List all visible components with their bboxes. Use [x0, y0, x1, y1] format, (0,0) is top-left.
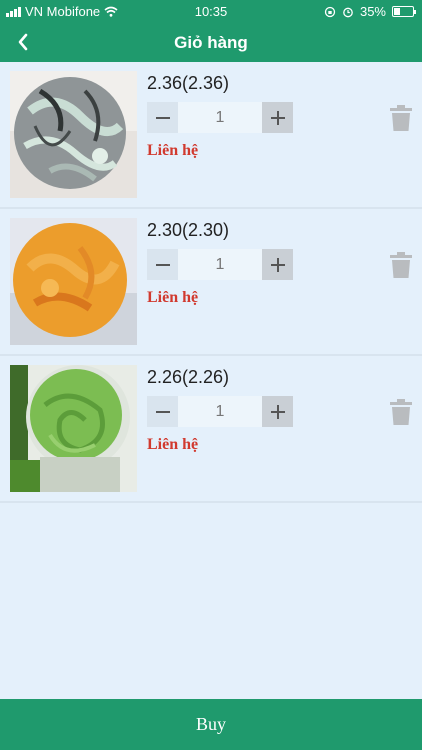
battery-fill [394, 8, 401, 15]
increase-button[interactable] [262, 249, 293, 280]
product-image[interactable] [10, 218, 137, 345]
product-image[interactable] [10, 365, 137, 492]
cart-item: 2.36(2.36) 1 Liên hệ [0, 62, 422, 209]
minus-icon [155, 116, 170, 119]
decrease-button[interactable] [147, 102, 178, 133]
delete-button[interactable] [390, 399, 412, 425]
app-header: VN Mobifone 10:35 35% Giỏ hàng [0, 0, 422, 62]
quantity-input[interactable]: 1 [178, 102, 262, 133]
item-price: 2.26(2.26) [147, 367, 230, 387]
cart-item: 2.30(2.30) 1 Liên hệ [0, 209, 422, 356]
page-title: Giỏ hàng [174, 33, 248, 52]
quantity-stepper: 1 [147, 396, 293, 427]
contact-link[interactable]: Liên hệ [147, 142, 198, 160]
status-bar: VN Mobifone 10:35 35% [0, 0, 422, 22]
increase-button[interactable] [262, 102, 293, 133]
cart-list: 2.36(2.36) 1 Liên hệ 2.30(2.30) 1 Liên h… [0, 62, 422, 503]
quantity-input[interactable]: 1 [178, 249, 262, 280]
product-image[interactable] [10, 71, 137, 198]
minus-icon [155, 263, 170, 266]
trash-icon [390, 252, 412, 278]
quantity-stepper: 1 [147, 249, 293, 280]
trash-icon [390, 105, 412, 131]
delete-button[interactable] [390, 105, 412, 131]
buy-label: Buy [195, 714, 226, 734]
delete-button[interactable] [390, 252, 412, 278]
quantity-stepper: 1 [147, 102, 293, 133]
alarm-icon [343, 7, 353, 17]
decrease-button[interactable] [147, 396, 178, 427]
contact-link[interactable]: Liên hệ [147, 436, 198, 454]
item-price: 2.30(2.30) [147, 220, 230, 240]
buy-button[interactable]: Buy [0, 699, 422, 750]
minus-icon [155, 410, 170, 413]
trash-icon [390, 399, 412, 425]
decrease-button[interactable] [147, 249, 178, 280]
battery-percent: 35% [359, 4, 386, 19]
plus-icon [270, 404, 285, 419]
increase-button[interactable] [262, 396, 293, 427]
plus-icon [270, 257, 285, 272]
battery-icon [392, 6, 416, 17]
contact-link[interactable]: Liên hệ [147, 289, 198, 307]
cart-item: 2.26(2.26) 1 Liên hệ [0, 356, 422, 503]
status-right: 35% [324, 4, 416, 19]
rotation-lock-icon [324, 6, 336, 17]
quantity-input[interactable]: 1 [178, 396, 262, 427]
plus-icon [270, 110, 285, 125]
item-price: 2.36(2.36) [147, 73, 230, 93]
